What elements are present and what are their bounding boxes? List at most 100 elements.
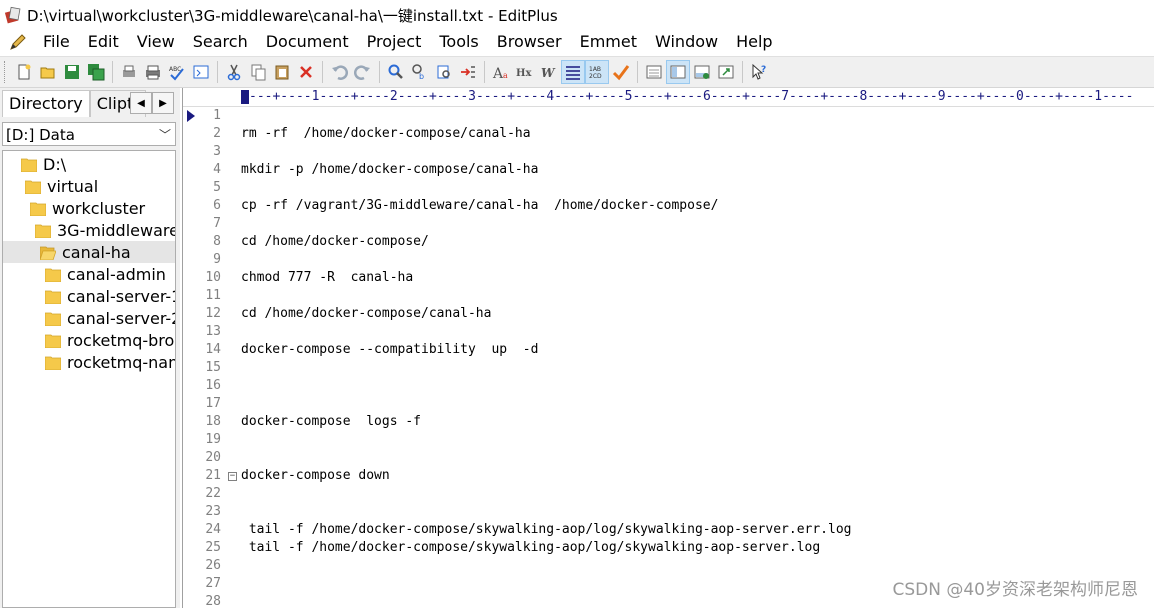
print-preview-icon[interactable]: [118, 61, 140, 83]
code-line[interactable]: mkdir -p /home/docker-compose/canal-ha: [241, 162, 538, 177]
folder-icon: [29, 201, 47, 217]
column-ruler: ---+----1----+----2----+----3----+----4-…: [183, 88, 1154, 107]
line-number: 17: [205, 396, 221, 411]
sidebar-tabs: Directory Clipte: [2, 90, 146, 117]
window-title: D:\virtual\workcluster\3G-middleware\can…: [27, 6, 558, 25]
output-window-icon[interactable]: [691, 61, 713, 83]
ruler-icon[interactable]: 1AB 2CD: [585, 60, 609, 84]
menu-document[interactable]: Document: [257, 30, 358, 54]
menu-search[interactable]: Search: [184, 30, 257, 54]
context-help-icon[interactable]: ?: [748, 61, 770, 83]
tree-item[interactable]: canal-server-2: [44, 307, 175, 329]
code-line[interactable]: docker-compose --compatibility up -d: [241, 342, 538, 357]
undo-icon[interactable]: [328, 61, 350, 83]
tree-item-selected[interactable]: canal-ha: [3, 241, 175, 263]
cut-icon[interactable]: [223, 61, 245, 83]
code-line[interactable]: cd /home/docker-compose/canal-ha: [241, 306, 491, 321]
line-numbers-icon[interactable]: [561, 60, 585, 84]
drive-select-value: [D:] Data: [6, 126, 75, 144]
line-number: 22: [205, 486, 221, 501]
menu-view[interactable]: View: [128, 30, 184, 54]
current-line-marker-icon: [187, 110, 195, 122]
chevron-down-icon[interactable]: ﹀: [159, 123, 171, 147]
line-number: 5: [213, 180, 221, 195]
tree-item[interactable]: rocketmq-brol: [44, 329, 175, 351]
tab-scroll-right-icon[interactable]: ▶: [152, 92, 174, 114]
delete-icon[interactable]: [295, 61, 317, 83]
code-line[interactable]: chmod 777 -R canal-ha: [241, 270, 413, 285]
svg-text:a: a: [503, 71, 508, 80]
tree-item[interactable]: 3G-middleware: [34, 219, 175, 241]
toolbar: ABC b Aa Hx W 1AB 2CD ?: [0, 56, 1154, 88]
menu-window[interactable]: Window: [646, 30, 727, 54]
svg-text:2CD: 2CD: [589, 73, 602, 80]
code-line[interactable]: tail -f /home/docker-compose/skywalking-…: [241, 522, 852, 537]
font-icon[interactable]: Aa: [490, 61, 512, 83]
ruler-scale: ---+----1----+----2----+----3----+----4-…: [249, 89, 1134, 104]
save-icon[interactable]: [61, 61, 83, 83]
word-wrap-icon[interactable]: W: [538, 61, 560, 83]
replace-icon[interactable]: b: [409, 61, 431, 83]
svg-text:W: W: [541, 66, 556, 80]
goto-line-icon[interactable]: [457, 61, 479, 83]
code-line[interactable]: docker-compose down: [241, 468, 390, 483]
copy-icon[interactable]: [247, 61, 269, 83]
line-number: 15: [205, 360, 221, 375]
drive-select[interactable]: [D:] Data ﹀: [2, 122, 176, 146]
tab-directory[interactable]: Directory: [2, 90, 90, 117]
open-folder-icon[interactable]: [37, 61, 59, 83]
toolbar-separator: [637, 61, 638, 83]
code-line[interactable]: docker-compose logs -f: [241, 414, 421, 429]
line-number: 4: [213, 162, 221, 177]
svg-text:?: ?: [761, 65, 766, 75]
directory-window-icon[interactable]: [666, 60, 690, 84]
tab-scroll-left-icon[interactable]: ◀: [130, 92, 152, 114]
spellcheck-icon[interactable]: ABC: [166, 61, 188, 83]
code-line[interactable]: tail -f /home/docker-compose/skywalking-…: [241, 540, 820, 555]
menu-edit[interactable]: Edit: [79, 30, 128, 54]
hex-view-icon[interactable]: Hx: [514, 61, 536, 83]
menu-emmet[interactable]: Emmet: [571, 30, 646, 54]
save-all-icon[interactable]: [85, 61, 107, 83]
tree-item[interactable]: D:\: [20, 153, 66, 175]
tree-item[interactable]: canal-server-1: [44, 285, 175, 307]
find-in-files-icon[interactable]: [433, 61, 455, 83]
menu-file[interactable]: File: [34, 30, 79, 54]
text-editor[interactable]: ---+----1----+----2----+----3----+----4-…: [182, 88, 1154, 609]
line-number: 10: [205, 270, 221, 285]
fold-collapse-icon[interactable]: −: [228, 472, 237, 481]
editplus-app-icon[interactable]: [4, 6, 22, 24]
folder-icon: [44, 289, 62, 305]
directory-panel: Directory Clipte ◀ ▶ [D:] Data ﹀ D:\ vir…: [0, 88, 180, 608]
tree-item[interactable]: virtual: [24, 175, 98, 197]
line-number: 1: [213, 108, 221, 123]
tree-item[interactable]: workcluster: [29, 197, 145, 219]
checkmark-icon[interactable]: [610, 61, 632, 83]
code-line[interactable]: cp -rf /vagrant/3G-middleware/canal-ha /…: [241, 198, 718, 213]
line-number: 11: [205, 288, 221, 303]
tree-item[interactable]: canal-admin: [44, 263, 166, 285]
fullscreen-icon[interactable]: [715, 61, 737, 83]
redo-icon[interactable]: [352, 61, 374, 83]
paste-icon[interactable]: [271, 61, 293, 83]
window-list-icon[interactable]: [643, 61, 665, 83]
tree-item[interactable]: rocketmq-nam: [44, 351, 175, 373]
new-file-icon[interactable]: [13, 61, 35, 83]
line-number: 13: [205, 324, 221, 339]
menu-browser[interactable]: Browser: [488, 30, 571, 54]
svg-text:1AB: 1AB: [589, 66, 601, 73]
line-number: 19: [205, 432, 221, 447]
menu-help[interactable]: Help: [727, 30, 781, 54]
find-icon[interactable]: [385, 61, 407, 83]
print-icon[interactable]: [142, 61, 164, 83]
folder-icon: [20, 157, 38, 173]
line-number: 26: [205, 558, 221, 573]
line-number: 9: [213, 252, 221, 267]
code-line[interactable]: cd /home/docker-compose/: [241, 234, 429, 249]
menu-project[interactable]: Project: [358, 30, 431, 54]
browser-view-icon[interactable]: [190, 61, 212, 83]
menu-tools[interactable]: Tools: [430, 30, 487, 54]
code-line[interactable]: rm -rf /home/docker-compose/canal-ha: [241, 126, 531, 141]
toolbar-separator: [217, 61, 218, 83]
toolbar-grip[interactable]: [4, 61, 8, 83]
